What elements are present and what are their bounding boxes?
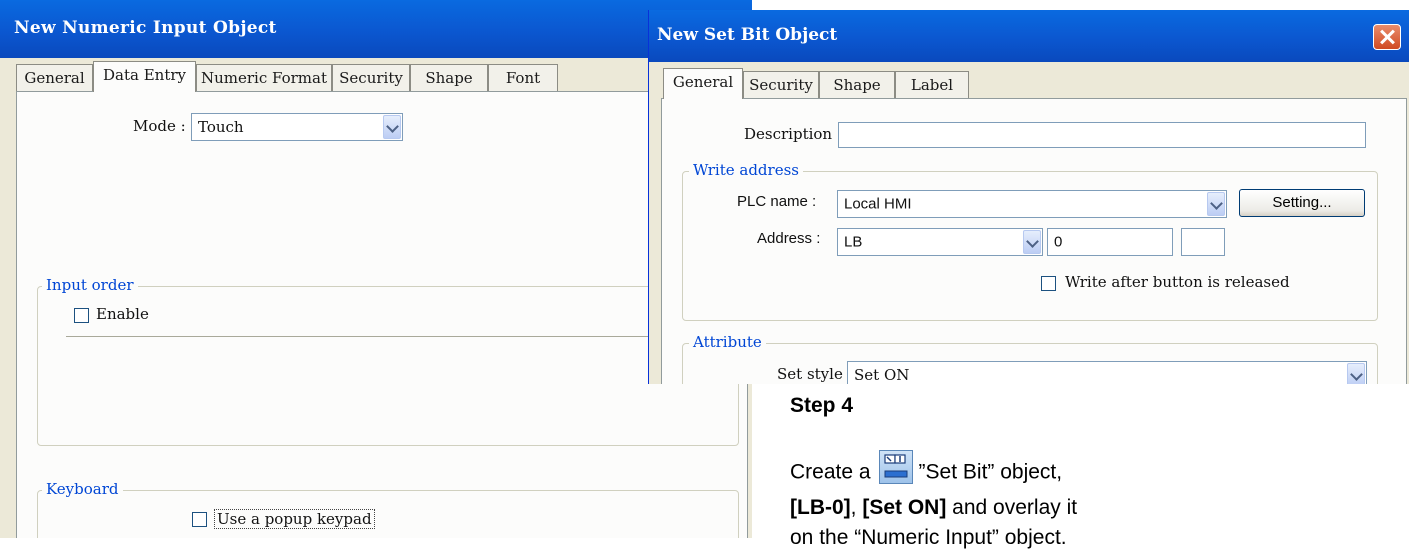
mode-label: Mode : [133,117,186,135]
step-line-3: on the “Numeric Input” object. [790,526,1067,549]
address-extra-input[interactable] [1181,228,1225,256]
set-style-select[interactable]: Set ON [847,361,1367,384]
step-line-2: [LB-0], [Set ON] and overlay it [790,496,1077,520]
step-line-1-start: Create a [790,460,871,484]
plc-name-label: PLC name : [737,193,817,210]
chevron-down-icon[interactable] [1207,192,1225,216]
popup-keypad-checkbox[interactable] [192,512,207,527]
tab-shape[interactable]: Shape [819,71,895,98]
set-bit-tool-icon-graphic [883,454,908,478]
address-value: 0 [1054,233,1063,251]
data-entry-panel: Mode : Touch Input order Enable Keyboard… [16,91,748,538]
input-order-label: Input order [42,276,138,294]
chevron-down-icon[interactable] [1023,230,1041,254]
enable-label: Enable [96,305,149,323]
tab-general[interactable]: General [663,68,743,99]
setbit-general-panel: Description : Write address PLC name : L… [661,98,1407,384]
input-order-group: Input order Enable [37,276,739,446]
tab-shape[interactable]: Shape [410,64,488,91]
popup-keypad-label: Use a popup keypad [214,509,375,529]
address-device-select[interactable]: LB [837,228,1043,256]
set-style-label: Set style : [777,365,853,383]
step-line-1-end: ”Set Bit” object, [918,460,1063,484]
write-after-checkbox[interactable] [1041,276,1056,291]
mode-select[interactable]: Touch [191,113,403,141]
step-address-token: [LB-0] [790,496,851,519]
plc-name-select[interactable]: Local HMI [837,190,1227,218]
address-label: Address : [757,230,821,247]
address-value-input[interactable]: 0 [1047,228,1173,256]
separator-line [66,336,738,337]
set-style-value: Set ON [854,366,910,384]
step-style-token: [Set ON] [862,496,947,519]
setting-button[interactable]: Setting... [1239,189,1365,217]
address-device-value: LB [844,233,863,251]
step-overlay-text: and overlay it [946,496,1078,519]
description-label: Description : [744,125,842,143]
numeric-dialog-titlebar[interactable]: New Numeric Input Object [0,0,752,58]
mode-value: Touch [198,118,244,136]
step-line-1: Create a ”Set Bit” object, [790,450,1063,490]
step-comma: , [850,496,857,519]
tab-security[interactable]: Security [332,64,410,91]
enable-checkbox[interactable] [74,308,89,323]
numeric-dialog-title: New Numeric Input Object [14,18,277,38]
close-icon[interactable] [1373,24,1401,50]
plc-name-value: Local HMI [844,195,912,213]
write-after-label: Write after button is released [1065,273,1290,291]
tab-font[interactable]: Font [488,64,558,91]
setbit-dialog-title: New Set Bit Object [657,25,838,45]
description-input[interactable] [838,122,1366,148]
set-bit-tool-icon [878,450,913,484]
setbit-dialog-titlebar[interactable]: New Set Bit Object [649,10,1409,62]
tab-security[interactable]: Security [743,71,819,98]
step-title: Step 4 [790,394,854,417]
chevron-down-icon[interactable] [383,115,401,139]
attribute-group: Attribute Set style : Set ON [682,333,1378,384]
numeric-input-dialog: New Numeric Input Object General Data En… [0,0,752,538]
attribute-label: Attribute [689,333,766,351]
set-bit-dialog: New Set Bit Object General Security Shap… [648,10,1409,384]
keyboard-group: Keyboard Use a popup keypad [37,480,739,538]
write-address-label: Write address [689,161,803,179]
tab-numeric-format[interactable]: Numeric Format [196,64,332,91]
tab-general[interactable]: General [16,64,93,91]
tab-label[interactable]: Label [895,71,969,98]
keyboard-label: Keyboard [42,480,123,498]
tab-data-entry[interactable]: Data Entry [93,61,196,92]
write-address-group: Write address PLC name : Local HMI Setti… [682,161,1378,321]
chevron-down-icon[interactable] [1347,363,1365,384]
